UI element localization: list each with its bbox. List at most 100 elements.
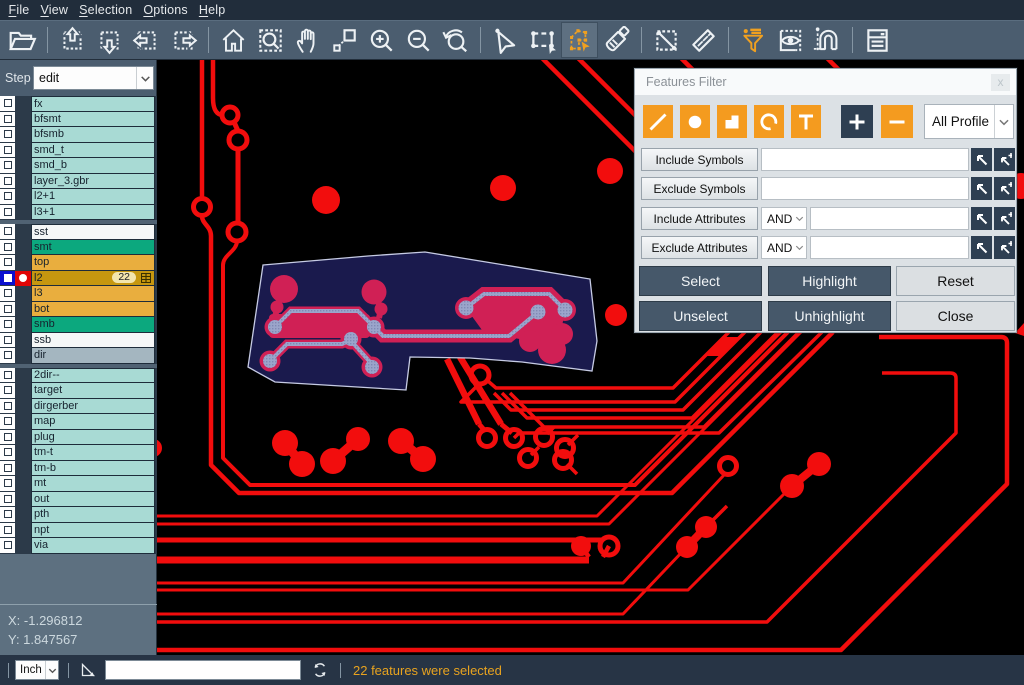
layer-row-bot[interactable]: bot [0, 302, 157, 318]
layer-checkbox[interactable] [0, 348, 15, 364]
layer-name[interactable]: l3 [31, 286, 155, 302]
include-attributes-button[interactable]: Include Attributes [641, 207, 758, 230]
refresh-icon[interactable] [311, 661, 329, 679]
layer-row-bfsmt[interactable]: bfsmt [0, 112, 157, 128]
pick-symbol-button[interactable] [971, 207, 992, 230]
feature-type-surface-button[interactable] [717, 105, 747, 138]
unselect-button[interactable]: Unselect [639, 301, 762, 331]
pick-symbol-button[interactable] [971, 236, 992, 259]
layer-checkbox[interactable] [0, 507, 15, 523]
layer-row-dirgerber[interactable]: dirgerber [0, 399, 157, 415]
pick-symbol-button[interactable] [971, 177, 992, 200]
measure-line-button[interactable] [648, 22, 685, 58]
menu-help[interactable]: Help [193, 1, 231, 19]
layer-indicator[interactable] [15, 255, 31, 271]
layer-row-target[interactable]: target [0, 383, 157, 399]
menu-file[interactable]: File [3, 1, 35, 19]
layer-row-out[interactable]: out [0, 492, 157, 508]
layer-indicator[interactable] [15, 523, 31, 539]
layer-row-bfsmb[interactable]: bfsmb [0, 127, 157, 143]
layer-checkbox[interactable] [0, 158, 15, 174]
layer-checkbox[interactable] [0, 492, 15, 508]
select-cursor-button[interactable] [487, 22, 524, 58]
layer-row-smd_b[interactable]: smd_b [0, 158, 157, 174]
layer-row-l3[interactable]: l3 [0, 286, 157, 302]
layer-indicator[interactable] [15, 461, 31, 477]
layer-name[interactable]: sst [31, 224, 155, 240]
layer-name[interactable]: pth [31, 507, 155, 523]
layer-indicator[interactable] [15, 492, 31, 508]
layer-row-l3+1[interactable]: l3+1 [0, 205, 157, 221]
layer-name[interactable]: 2dir-- [31, 368, 155, 384]
layer-row-plug[interactable]: plug [0, 430, 157, 446]
exclude-attributes-button[interactable]: Exclude Attributes [641, 236, 758, 259]
add-filter-button[interactable] [841, 105, 873, 138]
layer-name[interactable]: top [31, 255, 155, 271]
layer-indicator[interactable] [15, 286, 31, 302]
layer-checkbox[interactable] [0, 461, 15, 477]
layer-name[interactable]: plug [31, 430, 155, 446]
pick-add-symbol-button[interactable] [994, 236, 1015, 259]
active-layer-indicator[interactable] [15, 271, 31, 287]
layer-indicator[interactable] [15, 368, 31, 384]
layer-indicator[interactable] [15, 538, 31, 554]
pan-down-button[interactable] [91, 22, 128, 58]
layer-checkbox[interactable] [0, 240, 15, 256]
layer-indicator[interactable] [15, 205, 31, 221]
dialog-titlebar[interactable]: Features Filter x [635, 69, 1016, 95]
profile-select[interactable]: All Profile [924, 104, 1014, 139]
layer-indicator[interactable] [15, 507, 31, 523]
rect-select-button[interactable] [524, 22, 561, 58]
layer-indicator[interactable] [15, 143, 31, 159]
layer-checkbox[interactable] [0, 414, 15, 430]
feature-type-pad-button[interactable] [680, 105, 710, 138]
layer-row-top[interactable]: top [0, 255, 157, 271]
snap-magnet-button[interactable] [809, 22, 846, 58]
layer-checkbox[interactable] [0, 96, 15, 112]
layer-checkbox[interactable] [0, 302, 15, 318]
layer-checkbox[interactable] [0, 523, 15, 539]
layer-row-dir[interactable]: dir [0, 348, 157, 364]
layer-name[interactable]: map [31, 414, 155, 430]
layer-row-map[interactable]: map [0, 414, 157, 430]
layer-checkbox[interactable] [0, 112, 15, 128]
layer-checkbox[interactable] [0, 368, 15, 384]
layer-name[interactable]: layer_3.gbr [31, 174, 155, 190]
layer-indicator[interactable] [15, 112, 31, 128]
zoom-window-button[interactable] [252, 22, 289, 58]
layer-name[interactable]: smt [31, 240, 155, 256]
pan-right-button[interactable] [165, 22, 202, 58]
layer-indicator[interactable] [15, 302, 31, 318]
layer-checkbox[interactable] [0, 383, 15, 399]
layer-indicator[interactable] [15, 96, 31, 112]
and-or-select[interactable]: AND [761, 236, 807, 259]
exclude-attributes-input[interactable] [810, 236, 969, 259]
layer-row-npt[interactable]: npt [0, 523, 157, 539]
layer-name[interactable]: l222 [31, 271, 155, 287]
pick-add-symbol-button[interactable] [994, 207, 1015, 230]
layer-name[interactable]: smb [31, 317, 155, 333]
layer-indicator[interactable] [15, 127, 31, 143]
reset-button[interactable]: Reset [896, 266, 1015, 296]
menu-selection[interactable]: Selection [74, 1, 138, 19]
pick-symbol-button[interactable] [971, 148, 992, 171]
layer-row-sst[interactable]: sst [0, 224, 157, 240]
layer-name[interactable]: via [31, 538, 155, 554]
home-button[interactable] [215, 22, 252, 58]
layer-row-l2+1[interactable]: l2+1 [0, 189, 157, 205]
layer-checkbox[interactable] [0, 445, 15, 461]
layer-checkbox[interactable] [0, 430, 15, 446]
clean-brush-button[interactable] [598, 22, 635, 58]
layer-row-2dir--[interactable]: 2dir-- [0, 368, 157, 384]
feature-type-text-button[interactable] [791, 105, 821, 138]
zoom-previous-button[interactable] [437, 22, 474, 58]
layer-checkbox[interactable] [0, 538, 15, 554]
layer-name[interactable]: dir [31, 348, 155, 364]
layer-name[interactable]: target [31, 383, 155, 399]
layer-indicator[interactable] [15, 476, 31, 492]
command-input[interactable] [105, 660, 301, 680]
layer-name[interactable]: fx [31, 96, 155, 112]
include-symbols-input[interactable] [761, 148, 969, 171]
unhighlight-button[interactable]: Unhighlight [768, 301, 891, 331]
layer-row-pth[interactable]: pth [0, 507, 157, 523]
